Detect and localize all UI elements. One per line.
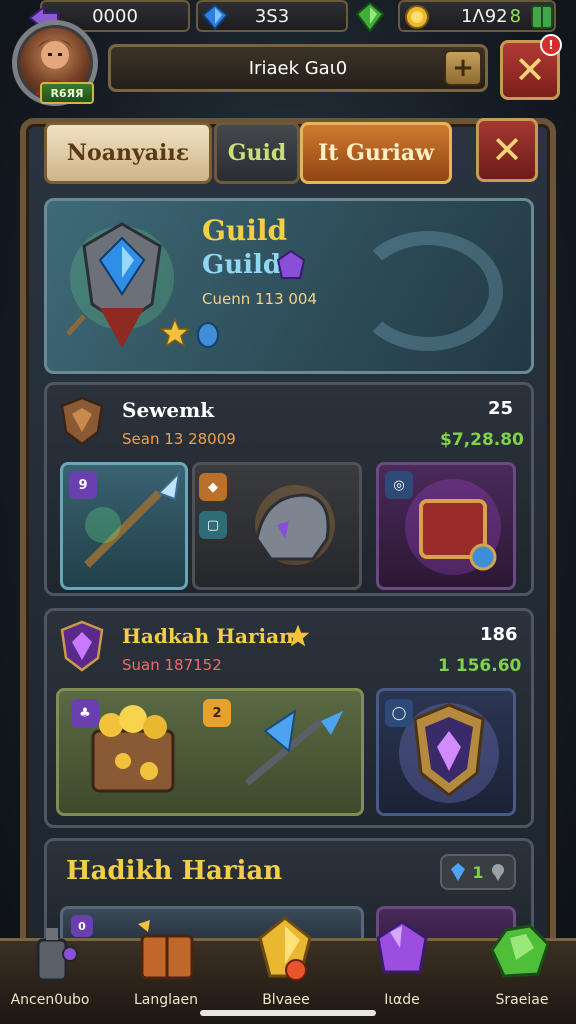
gem-value: 3Ѕ3 <box>254 5 290 27</box>
item-badge: 9 <box>69 471 97 499</box>
item-slot-magic-shield[interactable]: ◯ <box>376 688 516 816</box>
crystal-spear-icon <box>244 708 343 786</box>
nav-label: Langlaen <box>133 992 199 1008</box>
item-slot-helmet[interactable]: ◆ ▢ <box>192 462 362 590</box>
pin-icon <box>491 864 504 881</box>
section-2-count: 186 <box>480 624 518 645</box>
nav-item-settings[interactable]: Sraeiae <box>472 924 572 1024</box>
coin-value: 0000 <box>92 5 138 27</box>
section-2-title: Hadkah Harian <box>122 624 294 648</box>
guild-name: Ιriaek Gaι0 <box>248 57 348 79</box>
hero-member-count: Cuenn 113 004 <box>202 290 318 308</box>
item-slot-gold-chest[interactable]: ♣ 2 <box>56 688 364 816</box>
section-3-count: 1 <box>472 862 484 882</box>
item-badge: ♣ <box>71 699 99 727</box>
notification-badge: ! <box>540 34 562 56</box>
close-panel-button[interactable]: ✕ <box>476 118 538 182</box>
section-1-subtitle: Sean 13 28009 <box>122 430 236 448</box>
guild-name-bar[interactable]: Ιriaek Gaι0 <box>108 44 488 92</box>
section-1-count: 25 <box>488 398 514 419</box>
item-badge: ◆ <box>199 473 227 501</box>
nav-label: Blvaee <box>262 992 310 1008</box>
gold-crystal-icon <box>258 916 312 981</box>
purple-gems-icon <box>376 920 428 974</box>
section-2-price: 1 156.60 <box>438 656 522 676</box>
item-badge: ▢ <box>199 511 227 539</box>
bronze-shield-icon <box>60 396 104 446</box>
hero-title: Guild <box>202 214 288 247</box>
tab-label: Guid <box>227 140 287 166</box>
blue-orb-icon <box>196 322 220 352</box>
level-badge: R6ЯЯ <box>40 82 94 104</box>
purple-gem-icon <box>276 249 306 286</box>
nav-label: Sraeiae <box>495 992 549 1008</box>
section-2-subtitle: Suan 187152 <box>122 656 222 674</box>
tab-label: Ιt Guriaw <box>317 140 435 166</box>
tab-label: Noanyaiıε <box>66 140 190 166</box>
gold-counter[interactable]: 1Λ92 8 <box>398 0 556 32</box>
add-button[interactable]: + <box>444 50 482 86</box>
gold-suffix: 8 <box>509 5 522 27</box>
blue-crystal-icon <box>451 863 466 881</box>
green-gem-pile-icon <box>490 924 550 978</box>
section-1-price: $7,28.80 <box>440 430 524 450</box>
gem-counter[interactable]: 3Ѕ3 <box>196 0 385 33</box>
gold-value: 1Λ92 <box>460 5 508 27</box>
section-1-title: Sewemk <box>122 398 215 422</box>
nav-item-lantern[interactable]: Ancen0ubo <box>0 928 100 1024</box>
item-slot-chest[interactable]: ◎ <box>376 462 516 590</box>
swirl-decoration <box>353 231 503 351</box>
lantern-icon <box>36 928 78 982</box>
hero-subtitle: Guild <box>202 250 282 280</box>
nav-label: Ιιαde <box>384 992 420 1008</box>
star-icon <box>286 624 310 652</box>
green-crate-icon[interactable] <box>530 4 554 29</box>
tab-overview[interactable]: Noanyaiıε <box>44 122 212 184</box>
gold-coin-icon <box>404 4 429 29</box>
treasure-box-icon <box>138 920 194 980</box>
tab-guild[interactable]: Guid <box>214 122 300 184</box>
nav-label: Ancen0ubo <box>10 992 90 1008</box>
item-badge: ◯ <box>385 699 413 727</box>
green-gem-icon <box>355 1 385 33</box>
star-icon <box>159 316 191 352</box>
item-slot-spear[interactable]: 9 <box>60 462 188 590</box>
item-badge: 2 <box>203 699 231 727</box>
section-3-title: Hadikh Harian <box>66 856 283 886</box>
section-3-count-badge[interactable]: 1 <box>440 854 516 890</box>
blue-gem-icon <box>201 3 229 31</box>
purple-shield-icon <box>60 620 104 672</box>
item-badge: ◎ <box>385 471 413 499</box>
home-indicator[interactable] <box>200 1010 376 1016</box>
tab-guild-war[interactable]: Ιt Guriaw <box>300 122 452 184</box>
